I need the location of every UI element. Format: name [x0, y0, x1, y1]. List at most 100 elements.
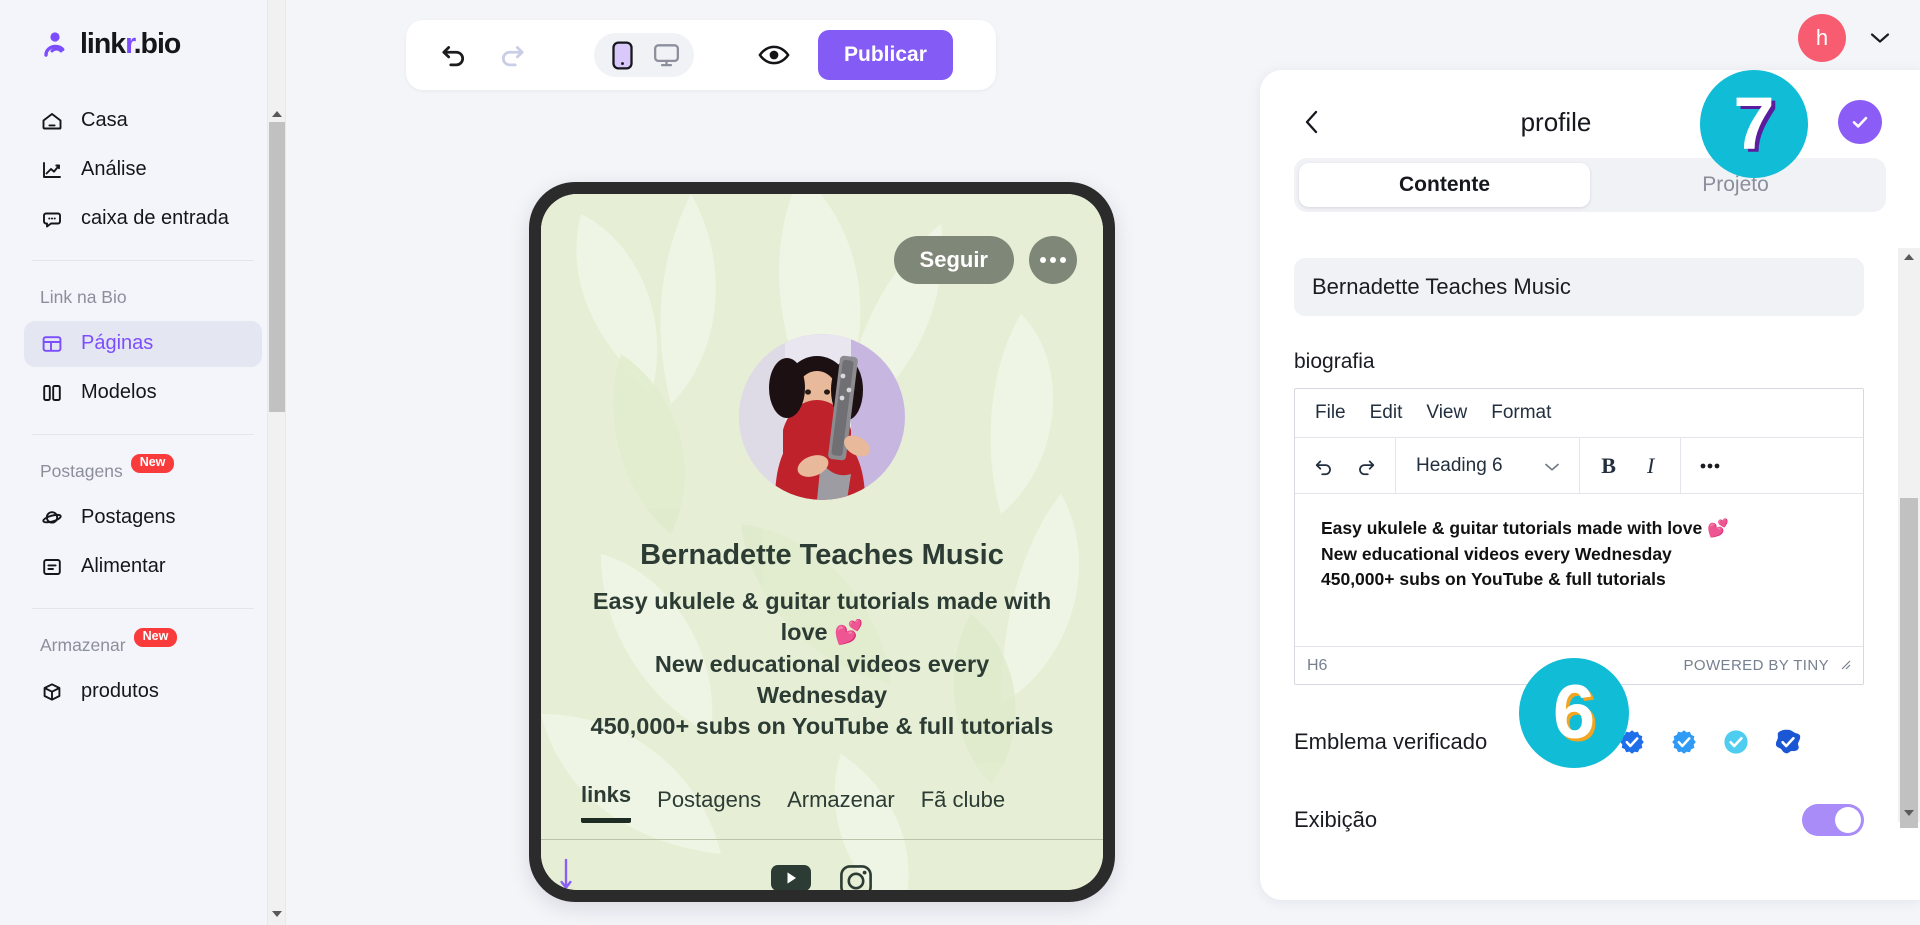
rich-text-editor: File Edit View Format Heading 6 B I Easy…: [1294, 388, 1864, 685]
display-row: Exibição: [1294, 804, 1864, 836]
badge-diamond-blue-icon[interactable]: [1772, 726, 1804, 758]
sidebar-item-label: Casa: [81, 109, 128, 132]
verified-badge-options: [1559, 723, 1804, 760]
editor-redo-icon[interactable]: [1345, 445, 1387, 487]
check-circle-icon[interactable]: [1838, 100, 1882, 144]
menu-file[interactable]: File: [1303, 398, 1358, 428]
preview-bio-line: Easy ukulele & guitar tutorials made wit…: [592, 588, 1052, 646]
editor-content[interactable]: Easy ukulele & guitar tutorials made wit…: [1295, 494, 1863, 646]
editor-undo-icon[interactable]: [1303, 445, 1345, 487]
brand-name: linkr.bio: [80, 28, 181, 60]
sidebar-scrollbar[interactable]: [267, 0, 285, 925]
sidebar-item-label: Modelos: [81, 381, 157, 404]
preview-social-links: [541, 864, 1103, 890]
display-toggle[interactable]: [1802, 804, 1864, 836]
scroll-up-arrow-icon[interactable]: [268, 105, 285, 123]
youtube-icon[interactable]: [771, 864, 811, 890]
brand-logo[interactable]: linkr.bio: [24, 0, 262, 95]
badge-circle-cyan-icon[interactable]: [1720, 726, 1752, 758]
sidebar-item-analise[interactable]: Análise: [24, 147, 262, 193]
sidebar-item-produtos[interactable]: produtos: [24, 669, 262, 715]
sidebar-item-modelos[interactable]: Modelos: [24, 370, 262, 416]
section-label: Link na Bio: [40, 287, 127, 307]
sidebar-item-postagens[interactable]: Postagens: [24, 495, 262, 541]
editor-content-line: New educational videos every Wednesday: [1321, 543, 1672, 564]
chevron-down-icon: [1544, 455, 1559, 477]
format-select-value: Heading 6: [1416, 454, 1503, 476]
templates-icon: [40, 381, 64, 405]
publish-button[interactable]: Publicar: [818, 30, 953, 80]
menu-view[interactable]: View: [1414, 398, 1479, 428]
editor-more-icon[interactable]: [1689, 445, 1731, 487]
home-icon: [40, 109, 64, 133]
panel-scrollbar[interactable]: [1898, 248, 1920, 828]
editor-content-line: Easy ukulele & guitar tutorials made wit…: [1321, 518, 1729, 538]
sidebar-item-label: Análise: [81, 158, 147, 181]
sidebar-item-label: produtos: [81, 680, 159, 703]
redo-icon[interactable]: [490, 33, 534, 77]
sidebar-scroll-thumb[interactable]: [269, 122, 285, 412]
feed-icon: [40, 555, 64, 579]
editor-menubar: File Edit View Format: [1295, 389, 1863, 438]
preview-display-name: Bernadette Teaches Music: [640, 539, 1004, 571]
preview-tab-postagens[interactable]: Postagens: [657, 787, 761, 823]
phone-preview-frame: Seguir Bernadette Teaches Music Easy uku…: [529, 182, 1115, 902]
chevron-left-icon[interactable]: [1294, 104, 1330, 140]
italic-button[interactable]: I: [1630, 445, 1672, 487]
sidebar-item-label: Alimentar: [81, 555, 166, 578]
resize-handle-icon[interactable]: [1839, 657, 1851, 674]
sidebar-divider-3: [32, 608, 254, 609]
device-switcher: [594, 33, 694, 77]
section-label: Postagens: [40, 461, 123, 481]
follow-button[interactable]: Seguir: [893, 236, 1014, 284]
sidebar-divider-2: [32, 434, 254, 435]
eye-icon[interactable]: [754, 35, 794, 75]
tab-projeto[interactable]: Projeto: [1590, 163, 1881, 207]
preview-tab-fa-clube[interactable]: Fã clube: [921, 787, 1005, 823]
preview-header-actions: Seguir: [893, 236, 1077, 284]
panel-scroll-up-arrow-icon[interactable]: [1898, 248, 1920, 266]
more-group: [1681, 438, 1739, 493]
avatar[interactable]: h: [1798, 14, 1846, 62]
instagram-icon[interactable]: [839, 864, 873, 890]
tab-contente[interactable]: Contente: [1299, 163, 1590, 207]
preview-bio: Easy ukulele & guitar tutorials made wit…: [589, 586, 1055, 742]
editor-brand: POWERED BY TINY: [1684, 657, 1851, 674]
sidebar-item-paginas[interactable]: Páginas: [24, 321, 262, 367]
sidebar-item-label: Postagens: [81, 506, 176, 529]
sidebar-item-label: Páginas: [81, 332, 154, 355]
sidebar-item-casa[interactable]: Casa: [24, 98, 262, 144]
undo-icon[interactable]: [432, 33, 476, 77]
preview-tabs: links Postagens Armazenar Fã clube: [581, 782, 1077, 823]
mobile-icon[interactable]: [601, 37, 643, 73]
preview-tab-armazenar[interactable]: Armazenar: [787, 787, 895, 823]
bold-button[interactable]: B: [1588, 445, 1630, 487]
sidebar-item-alimentar[interactable]: Alimentar: [24, 544, 262, 590]
editor-toolbar-row: Heading 6 B I: [1295, 438, 1863, 494]
text-style-group: B I: [1580, 438, 1681, 493]
layout-icon: [40, 332, 64, 356]
biografia-label: biografia: [1294, 350, 1375, 373]
display-name-input[interactable]: [1294, 258, 1864, 316]
preview-tab-links[interactable]: links: [581, 782, 632, 823]
history-group: [1295, 438, 1396, 493]
preview-bio-line: 450,000+ subs on YouTube & full tutorial…: [590, 713, 1054, 739]
menu-edit[interactable]: Edit: [1358, 398, 1415, 428]
ellipsis-icon[interactable]: [1029, 236, 1077, 284]
panel-tabs: Contente Projeto: [1294, 158, 1886, 212]
desktop-icon[interactable]: [645, 37, 687, 73]
panel-scroll-thumb[interactable]: [1900, 498, 1918, 828]
badge-scallop-blue-icon[interactable]: [1668, 726, 1700, 758]
format-select[interactable]: Heading 6: [1404, 445, 1571, 487]
panel-scroll-down-arrow-icon[interactable]: [1898, 804, 1920, 822]
new-badge: New: [133, 628, 178, 647]
editor-content-line: 450,000+ subs on YouTube & full tutorial…: [1321, 569, 1666, 590]
menu-format[interactable]: Format: [1479, 398, 1563, 428]
scroll-down-arrow-icon[interactable]: [268, 905, 285, 923]
sidebar-divider-1: [32, 260, 254, 261]
badge-none-icon[interactable]: [1559, 723, 1597, 760]
badge-scallop-darkblue-icon[interactable]: [1616, 726, 1648, 758]
chevron-down-icon[interactable]: [1868, 26, 1892, 50]
sidebar-item-caixa-de-entrada[interactable]: caixa de entrada: [24, 196, 262, 242]
properties-panel: profile Contente Projeto biografia File …: [1260, 70, 1920, 900]
